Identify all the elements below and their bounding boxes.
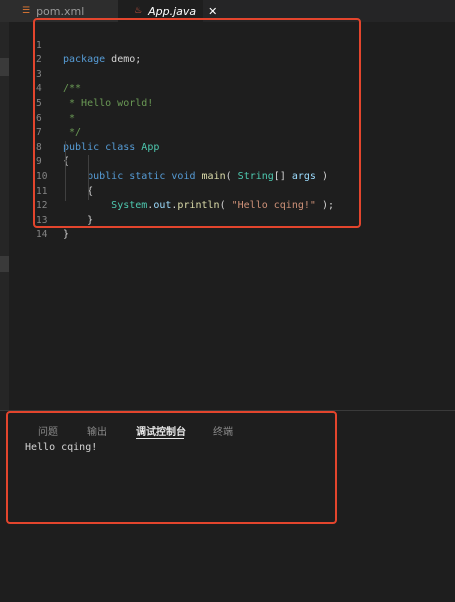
close-icon[interactable]: ✕	[208, 5, 217, 18]
rss-icon: ☰	[22, 6, 31, 16]
java-icon: ♨	[134, 6, 143, 16]
code-text: }	[63, 229, 70, 241]
panel-highlight-box	[6, 411, 337, 524]
line-number: 14	[36, 229, 48, 241]
tab-label: App.java	[148, 4, 197, 18]
tab-label: pom.xml	[36, 4, 85, 18]
editor-highlight-box	[33, 18, 361, 228]
